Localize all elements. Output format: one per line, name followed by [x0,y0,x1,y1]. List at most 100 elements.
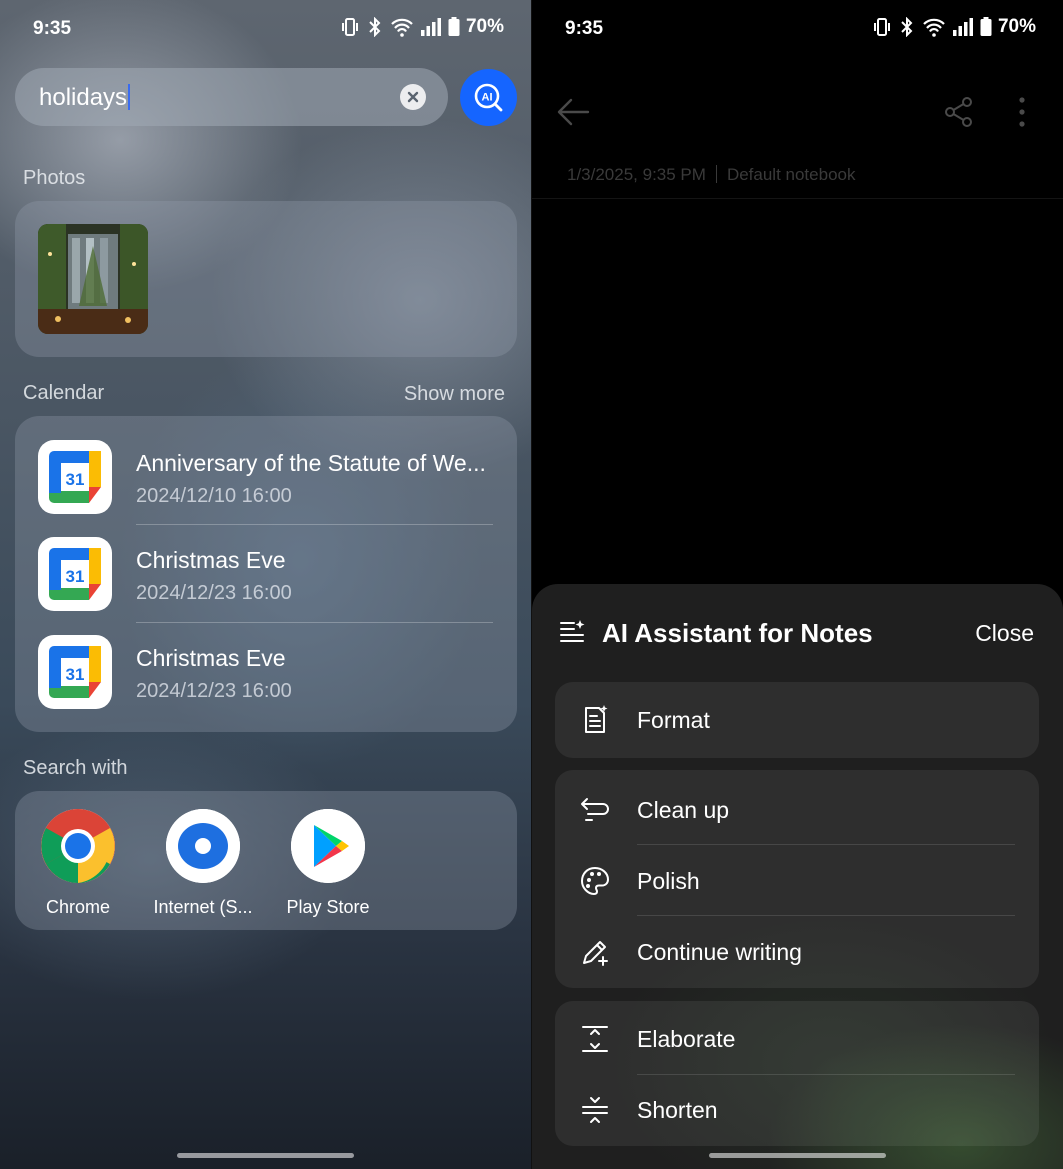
status-time: 9:35 [33,18,72,39]
status-icons: 70% [872,16,1036,38]
option-label: Polish [637,868,700,894]
ai-assistant-icon [559,618,587,651]
calendar-event-row[interactable]: 31 Christmas Eve 2024/12/23 16:00 [15,635,517,731]
option-clean-up[interactable]: Clean up [555,774,1039,845]
option-label: Format [637,707,710,733]
clean-up-icon [581,798,609,821]
option-label: Continue writing [637,939,802,965]
battery-icon [980,17,992,36]
ai-search-button[interactable]: AI [460,69,517,126]
note-notebook[interactable]: Default notebook [727,165,856,184]
home-indicator[interactable] [709,1153,886,1158]
shorten-icon [582,1097,608,1123]
google-calendar-icon: 31 [38,440,112,514]
ai-button-text: AI [481,91,492,103]
calendar-section-label: Calendar [23,382,105,404]
option-group: Elaborate Shorten [555,1001,1039,1146]
option-label: Clean up [637,797,730,823]
photos-section-label: Photos [23,167,86,189]
chrome-icon [41,809,115,883]
battery-icon [448,17,460,36]
app-label: Chrome [45,897,111,917]
samsung-internet-icon [166,809,240,883]
palette-icon [580,866,610,896]
app-label: Play Store [286,897,370,917]
divider [136,622,493,623]
wifi-icon [923,18,945,37]
wifi-icon [391,18,413,37]
status-bar: 9:35 70% [532,16,1063,42]
calendar-event-row[interactable]: 31 Anniversary of the Statute of We... 2… [15,440,517,536]
svg-text:31: 31 [66,567,85,586]
play-store-icon [291,809,365,883]
event-date: 2024/12/23 16:00 [136,582,292,604]
vibrate-icon [341,18,358,36]
signal-icon [420,18,441,36]
home-indicator[interactable] [177,1153,354,1158]
google-calendar-icon: 31 [38,537,112,611]
event-title: Anniversary of the Statute of We... [136,450,486,476]
expand-icon [582,1026,608,1052]
photo-image [38,224,148,334]
calendar-event-row[interactable]: 31 Christmas Eve 2024/12/23 16:00 [15,537,517,633]
status-time: 9:35 [565,18,604,39]
sheet-title: AI Assistant for Notes [602,618,873,648]
photos-card [15,201,517,357]
battery-percent: 70% [997,16,1036,37]
option-label: Shorten [637,1097,718,1123]
bluetooth-icon [901,17,913,37]
clear-search-button[interactable] [400,84,426,110]
more-vertical-icon [1019,97,1025,127]
divider [532,198,1063,199]
svg-text:31: 31 [66,665,85,684]
event-title: Christmas Eve [136,547,286,573]
event-date: 2024/12/23 16:00 [136,680,292,702]
google-calendar-icon: 31 [38,635,112,709]
search-input[interactable]: holidays [39,84,131,112]
search-app-chrome[interactable]: Chrome [23,809,133,918]
share-icon [945,97,972,127]
signal-icon [952,18,973,36]
option-label: Elaborate [637,1026,736,1052]
ai-assistant-sheet: AI Assistant for Notes Close Format Clea… [532,584,1063,1169]
search-with-card: Chrome Internet (S... Play Store [15,791,517,930]
status-icons: 70% [340,16,504,38]
search-app-play-store[interactable]: Play Store [273,809,383,918]
event-title: Christmas Eve [136,645,286,671]
pencil-plus-icon [583,941,608,966]
more-options-button[interactable] [1012,96,1032,133]
search-with-label: Search with [23,757,128,779]
text-caret [128,84,131,110]
option-elaborate[interactable]: Elaborate [555,1003,1039,1074]
close-button[interactable]: Close [975,620,1034,647]
format-icon [585,705,608,733]
option-continue-writing[interactable]: Continue writing [555,916,1039,987]
battery-percent: 70% [465,16,504,37]
ai-search-icon: AI [474,83,502,111]
option-group: Format [555,682,1039,758]
note-metadata: 1/3/2025, 9:35 PM Default notebook [567,165,855,185]
back-button[interactable] [556,96,590,133]
option-group: Clean up Polish Continue writing [555,770,1039,988]
vibrate-icon [873,18,890,36]
search-bar[interactable]: holidays [15,68,448,126]
show-more-link[interactable]: Show more [404,383,505,406]
app-label: Internet (S... [153,897,253,917]
option-shorten[interactable]: Shorten [555,1074,1039,1145]
divider [715,165,717,183]
event-date: 2024/12/10 16:00 [136,485,292,507]
status-bar: 9:35 70% [0,16,531,42]
notes-screen: 9:35 70% 1/3/2025, 9:35 PM Default notebo… [532,0,1063,1169]
close-icon [407,91,419,103]
svg-text:31: 31 [66,470,85,489]
back-arrow-icon [557,98,590,126]
share-button[interactable] [943,96,975,133]
option-polish[interactable]: Polish [555,845,1039,916]
search-screen: 9:35 70% holidays AI Photos Calendar Sho… [0,0,531,1169]
calendar-card: 31 Anniversary of the Statute of We... 2… [15,416,517,732]
search-app-internet[interactable]: Internet (S... [148,809,258,918]
option-format[interactable]: Format [555,684,1039,755]
note-timestamp: 1/3/2025, 9:35 PM [567,165,706,184]
bluetooth-icon [369,17,381,37]
photo-thumbnail[interactable] [38,224,148,334]
